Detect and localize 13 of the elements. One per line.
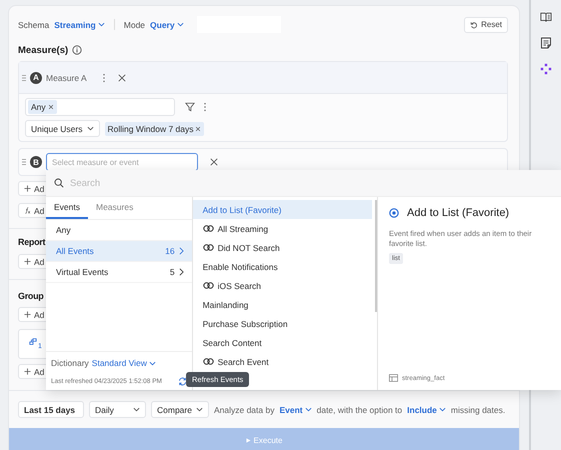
section-title: Group	[18, 290, 44, 303]
dictionary-label: Dictionary	[51, 358, 89, 368]
option-text: date, with the option to	[316, 404, 402, 414]
schema-label: Schema	[18, 20, 50, 30]
measure-letter: A	[30, 72, 42, 84]
analyze-text: Analyze data by	[214, 404, 274, 414]
mode-label: Mode	[124, 20, 146, 30]
section-title: Measure(s)	[18, 43, 82, 57]
detail-title: Add to List (Favorite)	[407, 207, 510, 219]
measure-name: Measure A	[46, 72, 87, 82]
missing-dates-text: missing dates.	[450, 404, 506, 414]
section-title: Report	[18, 236, 46, 249]
measure-letter: B	[30, 156, 42, 168]
